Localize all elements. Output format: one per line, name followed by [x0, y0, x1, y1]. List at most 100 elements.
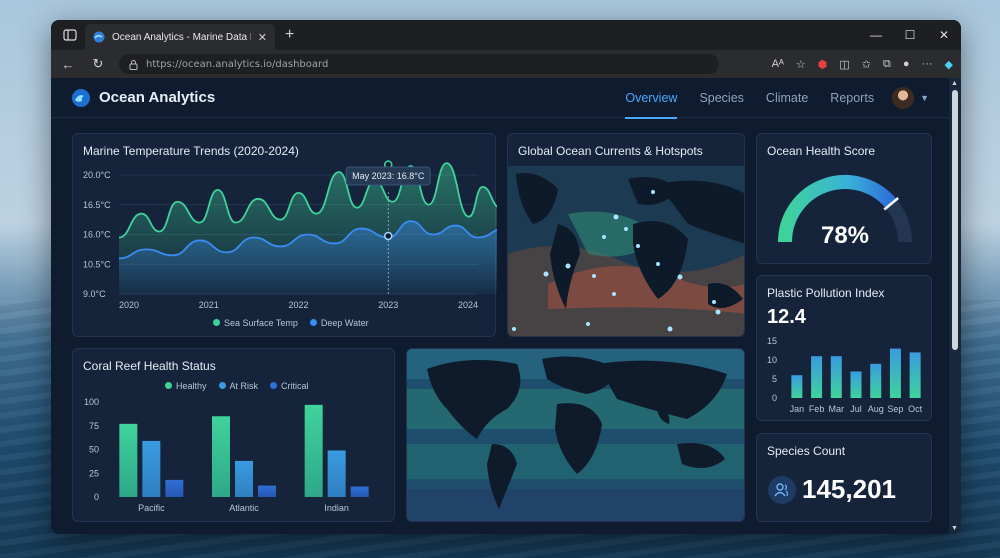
refresh-icon[interactable]: ↻	[89, 56, 107, 72]
x-tick-label: Atlantic	[229, 503, 259, 513]
health-value: 78%	[821, 222, 869, 249]
nav-overview[interactable]: Overview	[625, 85, 678, 119]
sidebar-toggle-icon[interactable]	[59, 24, 81, 46]
close-tab-icon[interactable]: ✕	[258, 31, 267, 44]
y-tick-label: 10	[767, 355, 777, 365]
favorites-icon[interactable]: ✩	[862, 58, 871, 71]
bar	[119, 423, 138, 497]
legend-item: Deep Water	[309, 318, 369, 328]
y-tick-label: 20.0°C	[83, 170, 111, 180]
coral-card: Coral Reef Health Status Healthy At Risk…	[72, 348, 395, 522]
y-tick-label: 15	[767, 336, 777, 346]
currents-map	[508, 166, 744, 336]
x-tick-label: 2024	[458, 300, 478, 310]
brand-title: Ocean Analytics	[99, 89, 216, 106]
x-tick-label: Jan	[790, 404, 805, 414]
coral-chart: 0 25 50 75 100 Pacific Atlantic Indian	[84, 397, 369, 513]
y-tick-label: 75	[89, 421, 99, 431]
copilot-icon[interactable]: ◆	[945, 58, 953, 71]
bar	[850, 371, 862, 398]
nav-climate[interactable]: Climate	[766, 85, 808, 111]
scroll-down-icon[interactable]: ▼	[951, 525, 958, 532]
nav-species[interactable]: Species	[699, 85, 743, 111]
plastic-chart: 0 5 10 15 Jan Feb Mar Jul Aug Sep Oct	[767, 336, 923, 414]
y-tick-label: 16.5°C	[83, 200, 111, 210]
nav-reports[interactable]: Reports	[830, 85, 874, 111]
x-tick-label: Pacific	[138, 503, 165, 513]
url-field[interactable]: https://ocean.analytics.io/dashboard	[119, 54, 719, 74]
favorite-star-icon[interactable]: ☆	[796, 58, 806, 71]
browser-tab[interactable]: Ocean Analytics - Marine Data Dash ✕	[85, 24, 275, 50]
address-bar: ← ↻ https://ocean.analytics.io/dashboard…	[51, 50, 961, 78]
bar	[870, 363, 882, 398]
currents-card: Global Ocean Currents & Hotspots	[507, 133, 745, 337]
bar	[791, 375, 803, 398]
tooltip-text: May 2023: 16.8°C	[352, 171, 425, 181]
x-tick-label: 2022	[288, 300, 308, 310]
bar	[327, 450, 346, 497]
world-map-card	[406, 348, 745, 522]
main-nav: Overview Species Climate Reports	[625, 85, 874, 119]
legend-label: Sea Surface Temp	[224, 318, 298, 328]
bar	[909, 352, 921, 398]
scrollbar[interactable]: ▲ ▼	[949, 78, 961, 534]
y-tick-label: 0	[772, 393, 777, 403]
bar	[165, 479, 184, 497]
wave-logo-icon	[72, 88, 90, 107]
window-controls: — ☐ ✕	[859, 20, 961, 50]
tab-title: Ocean Analytics - Marine Data Dash	[112, 31, 251, 43]
x-tick-label: Mar	[829, 404, 845, 414]
x-tick-label: 2021	[199, 300, 219, 310]
species-title: Species Count	[767, 444, 846, 458]
currents-title: Global Ocean Currents & Hotspots	[518, 144, 703, 158]
tab-bar: Ocean Analytics - Marine Data Dash ✕ + —…	[51, 20, 961, 50]
close-window-icon[interactable]: ✕	[927, 20, 961, 50]
health-gauge: 78%	[778, 175, 912, 249]
bar	[235, 460, 253, 497]
brand[interactable]: Ocean Analytics	[71, 88, 215, 108]
y-tick-label: 50	[89, 445, 99, 455]
y-tick-label: 9.0°C	[83, 289, 106, 299]
legend-label: Deep Water	[320, 318, 369, 328]
x-tick-label: Feb	[809, 404, 825, 414]
minimize-icon[interactable]: —	[859, 20, 893, 50]
maximize-icon[interactable]: ☐	[893, 20, 927, 50]
y-tick-label: 5	[772, 374, 777, 384]
read-aloud-icon[interactable]: Aᴬ	[772, 58, 784, 70]
x-tick-label: 2023	[378, 300, 398, 310]
lock-icon	[129, 59, 138, 70]
y-tick-label: 10.5°C	[83, 259, 111, 269]
scroll-up-icon[interactable]: ▲	[951, 80, 958, 87]
species-card: Species Count 145,201	[756, 433, 932, 522]
back-icon[interactable]: ←	[59, 57, 77, 72]
x-tick-label: Aug	[868, 404, 884, 414]
species-value: 145,201	[802, 474, 896, 504]
split-screen-icon[interactable]: ◫	[839, 58, 849, 71]
extension-shield-icon[interactable]: ⬢	[818, 58, 828, 71]
browser-window: Ocean Analytics - Marine Data Dash ✕ + —…	[51, 20, 961, 534]
more-icon[interactable]: ···	[922, 58, 933, 70]
bar	[830, 356, 842, 398]
dashboard-app: Ocean Analytics Overview Species Climate…	[51, 78, 949, 534]
app-header: Ocean Analytics Overview Species Climate…	[51, 78, 949, 119]
profile-icon[interactable]: ●	[903, 58, 910, 70]
collections-icon[interactable]: ⧉	[883, 58, 891, 71]
bar	[304, 404, 323, 497]
chevron-down-icon[interactable]: ▼	[920, 93, 929, 103]
new-tab-icon[interactable]: +	[285, 26, 294, 44]
world-map	[407, 349, 744, 521]
legend-item: Sea Surface Temp	[213, 318, 298, 328]
temperature-legend: Sea Surface Temp Deep Water	[213, 318, 369, 328]
bar	[350, 486, 369, 497]
x-tick-label: Sep	[887, 404, 903, 414]
x-tick-label: Indian	[324, 503, 349, 513]
bar	[889, 348, 901, 398]
toolbar-icons: Aᴬ ☆ ⬢ ◫ ✩ ⧉ ● ··· ◆	[772, 58, 953, 71]
health-card: Ocean Health Score 78%	[756, 133, 932, 264]
user-avatar[interactable]	[892, 86, 915, 109]
scroll-thumb[interactable]	[952, 90, 958, 350]
favicon-icon	[93, 31, 105, 43]
bar	[212, 416, 230, 497]
temperature-chart: 9.0°C 10.5°C 16.0°C 16.5°C 20.0°C 2020 2021 202…	[83, 160, 497, 310]
bar	[142, 440, 161, 497]
